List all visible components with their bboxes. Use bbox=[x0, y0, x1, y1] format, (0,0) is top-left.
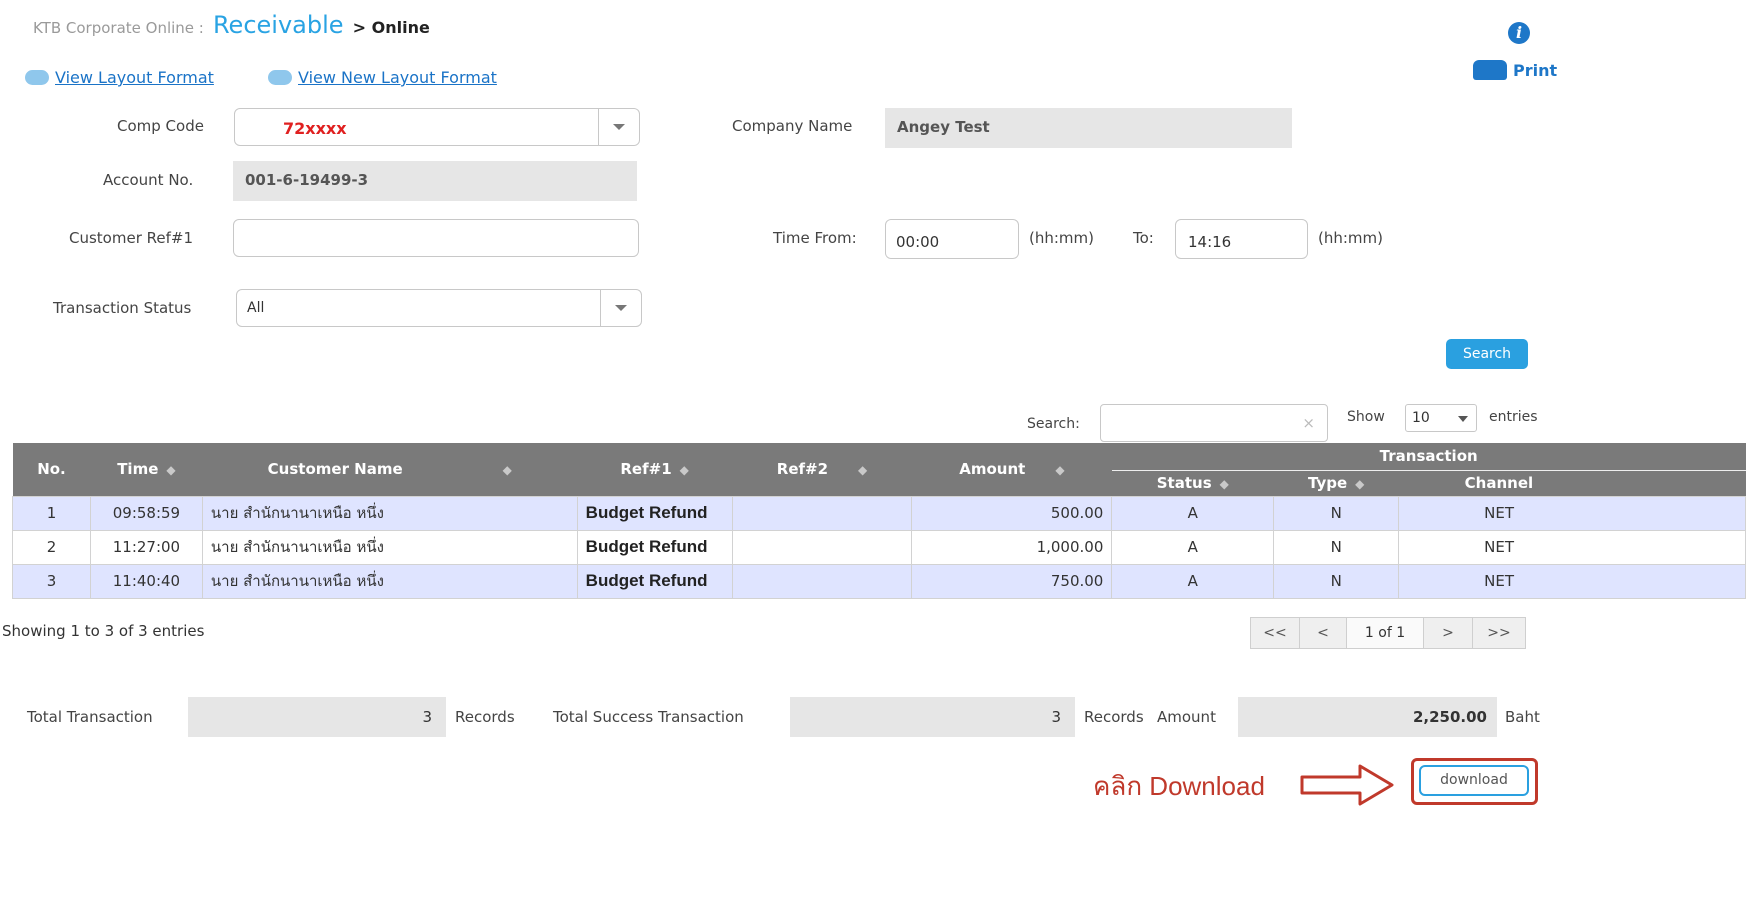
sort-icon: ◆ bbox=[858, 463, 868, 478]
account-no-label: Account No. bbox=[103, 171, 194, 189]
table-row[interactable]: 3 11:40:40 นาย สำนักนานาเหนือ หนึ่ง Budg… bbox=[12, 563, 1746, 599]
header-customer-name[interactable]: Customer Name ◆ bbox=[202, 443, 578, 496]
chevron-down-icon[interactable] bbox=[598, 109, 639, 145]
printer-icon bbox=[1473, 60, 1507, 80]
time-to-label: To: bbox=[1133, 229, 1154, 247]
total-success-field: 3 bbox=[790, 697, 1075, 737]
customer-ref-input[interactable] bbox=[233, 219, 639, 257]
arrow-right-icon bbox=[1300, 764, 1394, 806]
entries-label: entries bbox=[1489, 409, 1538, 425]
comp-code-value: 72xxxx bbox=[283, 119, 347, 138]
currency-label: Baht bbox=[1505, 708, 1540, 726]
company-name-label: Company Name bbox=[732, 117, 853, 135]
success-records-label: Records bbox=[1084, 708, 1144, 726]
sort-icon: ◆ bbox=[502, 463, 512, 478]
page-current: 1 of 1 bbox=[1346, 617, 1424, 649]
download-button[interactable]: download bbox=[1419, 765, 1529, 796]
print-button[interactable]: Print bbox=[1473, 60, 1557, 80]
transactions-table: No. Time ◆ Customer Name ◆ Ref#1 ◆ Ref#2 ◆ A… bbox=[12, 443, 1746, 599]
header-ref2[interactable]: Ref#2 ◆ bbox=[732, 443, 912, 496]
account-no-field: 001-6-19499-3 bbox=[233, 161, 637, 201]
header-ref1[interactable]: Ref#1 ◆ bbox=[577, 443, 733, 496]
transaction-status-label: Transaction Status bbox=[53, 299, 192, 317]
total-transaction-label: Total Transaction bbox=[27, 708, 153, 726]
sort-icon: ◆ bbox=[1219, 477, 1229, 491]
total-success-label: Total Success Transaction bbox=[553, 708, 744, 726]
company-name-field: Angey Test bbox=[885, 108, 1292, 148]
comp-code-select[interactable]: 72xxxx bbox=[234, 108, 640, 146]
time-to-format: (hh:mm) bbox=[1318, 229, 1383, 247]
show-label: Show bbox=[1347, 409, 1385, 425]
total-amount-field: 2,250.00 bbox=[1238, 697, 1497, 737]
table-row[interactable]: 1 09:58:59 นาย สำนักนานาเหนือ หนึ่ง Budg… bbox=[12, 495, 1746, 531]
transaction-status-select[interactable]: All bbox=[236, 289, 642, 327]
search-button[interactable]: Search bbox=[1446, 339, 1528, 369]
module-title: Receivable bbox=[212, 11, 344, 39]
header-status[interactable]: Status ◆ bbox=[1111, 470, 1274, 496]
clear-icon[interactable]: × bbox=[1302, 414, 1315, 432]
time-to-input[interactable]: 14:16 bbox=[1175, 219, 1308, 259]
total-transaction-field: 3 bbox=[188, 697, 446, 737]
header-time[interactable]: Time ◆ bbox=[90, 443, 203, 496]
table-row[interactable]: 2 11:27:00 นาย สำนักนานาเหนือ หนึ่ง Budg… bbox=[12, 529, 1746, 565]
view-new-layout-link[interactable]: View New Layout Format bbox=[268, 68, 497, 87]
header-type[interactable]: Type ◆ bbox=[1273, 470, 1399, 496]
header-amount[interactable]: Amount ◆ bbox=[911, 443, 1112, 496]
chevron-down-icon bbox=[1458, 416, 1468, 422]
time-from-label: Time From: bbox=[773, 229, 857, 247]
breadcrumb-current: > Online bbox=[352, 18, 430, 37]
page-next-button[interactable]: > bbox=[1423, 617, 1473, 649]
page-header: KTB Corporate Online : Receivable > Onli… bbox=[33, 10, 430, 40]
header-no[interactable]: No. bbox=[12, 443, 91, 496]
layout-icon bbox=[25, 70, 49, 85]
page-prev-button[interactable]: < bbox=[1299, 617, 1347, 649]
sort-icon: ◆ bbox=[1055, 463, 1065, 478]
time-from-format: (hh:mm) bbox=[1029, 229, 1094, 247]
layout-icon bbox=[268, 70, 292, 85]
page-size-select[interactable]: 10 bbox=[1405, 404, 1477, 432]
header-transaction: Transaction bbox=[1111, 443, 1746, 471]
info-icon[interactable]: i bbox=[1508, 22, 1530, 44]
brand-text: KTB Corporate Online : bbox=[33, 19, 204, 37]
table-search-input[interactable]: × bbox=[1100, 404, 1328, 442]
chevron-down-icon[interactable] bbox=[600, 290, 641, 326]
table-search-label: Search: bbox=[1027, 416, 1080, 432]
sort-icon: ◆ bbox=[166, 463, 176, 478]
showing-info: Showing 1 to 3 of 3 entries bbox=[2, 622, 205, 640]
total-records-label: Records bbox=[455, 708, 515, 726]
total-amount-label: Amount bbox=[1157, 708, 1216, 726]
page-first-button[interactable]: << bbox=[1250, 617, 1300, 649]
click-download-annotation: คลิก Download bbox=[1093, 771, 1265, 801]
sort-icon: ◆ bbox=[679, 463, 689, 478]
sort-icon: ◆ bbox=[1355, 477, 1365, 491]
header-channel[interactable]: Channel bbox=[1398, 470, 1746, 496]
time-from-input[interactable]: 00:00 bbox=[885, 219, 1019, 259]
customer-ref-label: Customer Ref#1 bbox=[69, 229, 193, 247]
comp-code-label: Comp Code bbox=[117, 117, 204, 135]
view-layout-link[interactable]: View Layout Format bbox=[25, 68, 214, 87]
page-last-button[interactable]: >> bbox=[1472, 617, 1526, 649]
